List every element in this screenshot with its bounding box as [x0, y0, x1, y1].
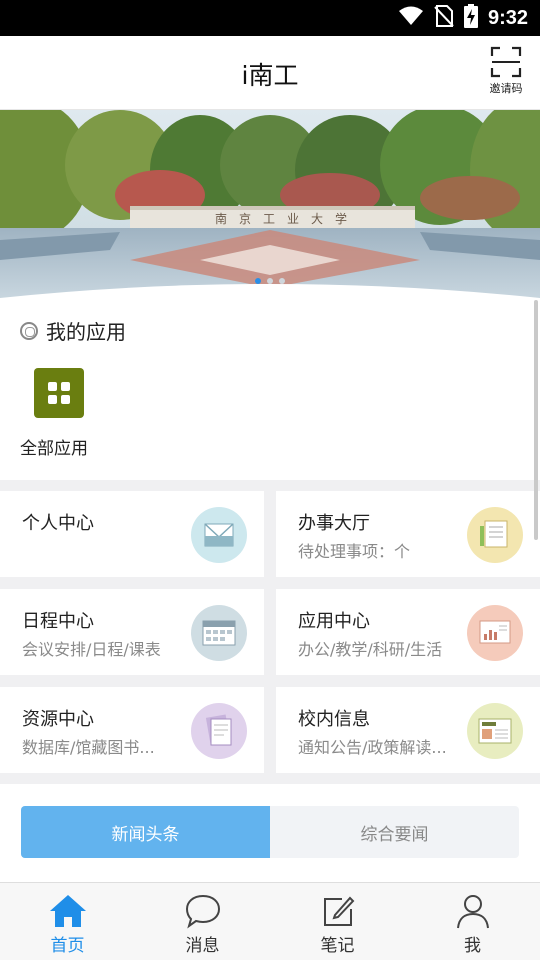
card-title: 资源中心	[22, 709, 94, 730]
nav-label: 消息	[185, 936, 220, 956]
card-title: 日程中心	[22, 611, 94, 632]
campus-gate-image: 南京工业大学	[0, 110, 540, 298]
bottom-navigation: 首页 消息 笔记 我	[0, 882, 540, 960]
edit-note-icon	[323, 896, 354, 926]
page-title: i南工	[241, 61, 299, 90]
wifi-icon	[398, 6, 424, 30]
carousel-dot[interactable]	[267, 278, 273, 284]
newspaper-icon	[467, 703, 523, 759]
home-icon	[49, 895, 86, 927]
papers-icon	[191, 703, 247, 759]
news-tabs: 新闻头条 综合要闻	[21, 806, 519, 858]
card-subtitle: 会议安排/日程/课表	[22, 640, 161, 659]
invite-code-label: 邀请码	[489, 82, 523, 95]
carousel-indicator	[0, 278, 540, 284]
target-icon	[20, 321, 38, 340]
nav-notes[interactable]: 笔记	[270, 883, 405, 960]
tab-general-news[interactable]: 综合要闻	[270, 806, 519, 858]
card-app-center[interactable]: 应用中心 办公/教学/科研/生活	[276, 589, 540, 675]
clock: 9:32	[487, 6, 528, 29]
battery-charging-icon	[463, 4, 478, 32]
status-bar: 9:32	[0, 0, 540, 36]
card-subtitle: 办公/教学/科研/生活	[298, 640, 443, 659]
card-subtitle: 待处理事项：个	[298, 542, 411, 561]
chat-icon	[185, 894, 220, 929]
nav-label: 我	[464, 936, 481, 956]
my-apps-header: 我的应用	[20, 316, 126, 345]
nav-me[interactable]: 我	[405, 883, 540, 960]
no-sim-icon	[434, 5, 454, 31]
chart-board-icon	[467, 605, 523, 661]
banner-carousel[interactable]: 南京工业大学	[0, 110, 540, 298]
app-header: i南工 邀请码	[0, 36, 540, 110]
card-title: 办事大厅	[298, 513, 370, 534]
tab-headlines[interactable]: 新闻头条	[21, 806, 270, 858]
carousel-dot[interactable]	[279, 278, 285, 284]
nav-label: 首页	[50, 936, 85, 956]
carousel-dot[interactable]	[255, 278, 261, 284]
card-subtitle: 数据库/馆藏图书...	[22, 738, 155, 757]
calendar-icon	[191, 605, 247, 661]
card-title: 校内信息	[298, 709, 370, 730]
card-resource-center[interactable]: 资源中心 数据库/馆藏图书...	[0, 687, 264, 773]
my-apps-section: 我的应用 全部应用	[0, 298, 540, 480]
card-campus-info[interactable]: 校内信息 通知公告/政策解读...	[276, 687, 540, 773]
nav-label: 笔记	[320, 936, 355, 956]
envelope-icon	[191, 507, 247, 563]
user-icon	[456, 895, 489, 929]
nav-messages[interactable]: 消息	[135, 883, 270, 960]
scrollbar[interactable]	[534, 300, 538, 540]
card-title: 个人中心	[22, 513, 94, 534]
invite-code-button[interactable]: 邀请码	[486, 46, 526, 98]
card-subtitle: 通知公告/政策解读...	[298, 738, 447, 757]
my-apps-heading: 我的应用	[46, 320, 126, 344]
scan-icon	[490, 46, 522, 78]
news-section: 新闻头条 综合要闻	[0, 784, 540, 882]
card-schedule-center[interactable]: 日程中心 会议安排/日程/课表	[0, 589, 264, 675]
card-personal-center[interactable]: 个人中心	[0, 491, 264, 577]
documents-icon	[467, 507, 523, 563]
grid-icon	[34, 368, 84, 418]
card-service-hall[interactable]: 办事大厅 待处理事项：个	[276, 491, 540, 577]
all-apps-label: 全部应用	[20, 439, 88, 459]
all-apps-button[interactable]: 全部应用	[20, 368, 100, 459]
nav-home[interactable]: 首页	[0, 883, 135, 960]
svg-text:南京工业大学: 南京工业大学	[215, 211, 359, 226]
card-title: 应用中心	[298, 611, 370, 632]
